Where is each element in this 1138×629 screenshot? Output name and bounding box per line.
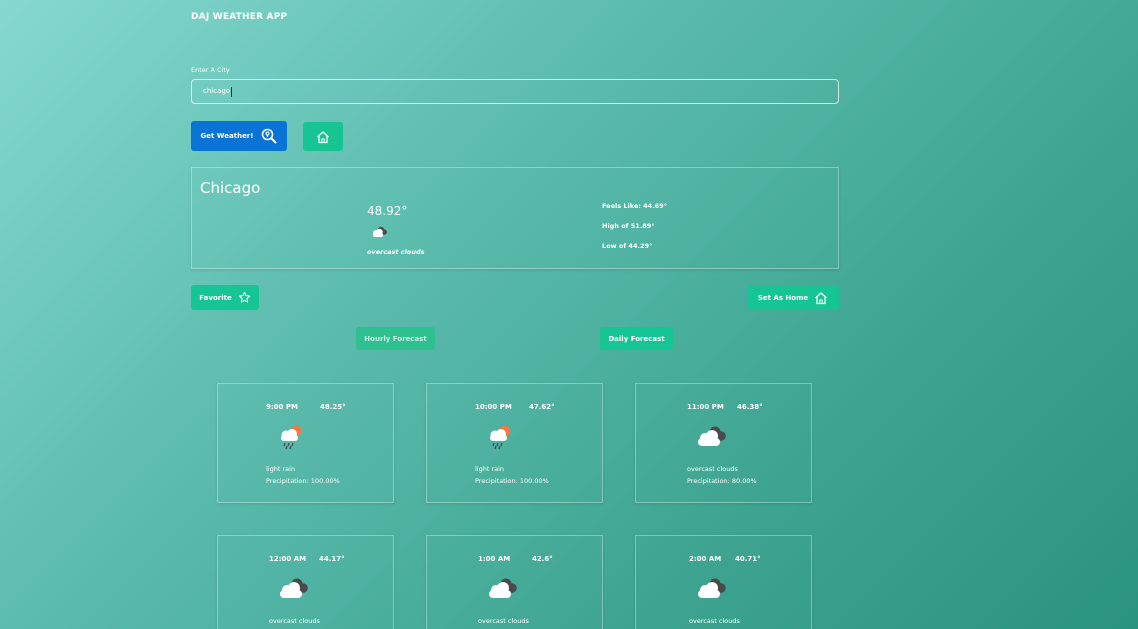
hour-description: overcast clouds xyxy=(689,617,740,625)
light-rain-icon xyxy=(490,425,511,450)
hourly-card: 11:00 PM 46.38° overcast clouds Precipit… xyxy=(635,383,812,503)
tab-hourly-forecast[interactable]: Hourly Forecast xyxy=(356,327,435,350)
overcast-clouds-icon xyxy=(698,426,726,446)
favorite-label: Favorite xyxy=(199,293,232,302)
star-icon xyxy=(238,291,250,303)
get-weather-label: Get Weather! xyxy=(200,132,254,140)
hour-temp: 48.25° xyxy=(320,403,346,411)
home-icon xyxy=(317,130,329,143)
current-city-name: Chicago xyxy=(200,179,261,197)
hour-temp: 42.6° xyxy=(532,555,553,563)
hour-temp: 47.62° xyxy=(529,403,555,411)
city-input-label: Enter A City xyxy=(191,66,230,74)
tab-daily-forecast[interactable]: Daily Forecast xyxy=(600,327,673,350)
hour-time: 1:00 AM xyxy=(478,555,511,563)
hour-time: 2:00 AM xyxy=(689,555,722,563)
hour-description: light rain xyxy=(266,465,296,473)
high-temp-text: High of 51.89° xyxy=(602,222,655,230)
low-temp-text: Low of 44.29° xyxy=(602,242,653,250)
hour-precipitation: Precipitation: 80.00% xyxy=(687,477,757,485)
home-button[interactable] xyxy=(303,122,343,151)
overcast-clouds-icon xyxy=(489,578,517,598)
current-temperature: 48.92° xyxy=(367,204,408,218)
hour-temp: 40.71° xyxy=(735,555,761,563)
get-weather-button[interactable]: Get Weather! xyxy=(191,121,287,151)
hour-description: overcast clouds xyxy=(478,617,529,625)
city-input[interactable]: chicago xyxy=(191,79,839,104)
search-location-icon xyxy=(262,128,277,144)
current-weather-card: Chicago 48.92° overcast clouds Feels Lik… xyxy=(191,167,839,269)
hour-description: light rain xyxy=(475,465,505,473)
hour-description: overcast clouds xyxy=(687,465,738,473)
favorite-button[interactable]: Favorite xyxy=(191,285,259,310)
hour-temp: 46.38° xyxy=(737,403,763,411)
feels-like-text: Feels Like: 44.69° xyxy=(602,202,667,210)
hour-description: overcast clouds xyxy=(269,617,320,625)
hour-time: 12:00 AM xyxy=(269,555,307,563)
hourly-card: 9:00 PM 48.25° light rain Precipitation:… xyxy=(217,383,394,503)
overcast-clouds-icon xyxy=(698,578,726,598)
home-icon xyxy=(815,291,828,304)
hour-temp: 44.17° xyxy=(319,555,345,563)
hour-time: 9:00 PM xyxy=(266,403,298,411)
text-caret xyxy=(231,86,233,97)
hourly-card: 12:00 AM 44.17° overcast clouds xyxy=(217,535,394,629)
hour-precipitation: Precipitation: 100.00% xyxy=(475,477,549,485)
city-input-value: chicago xyxy=(203,87,231,95)
app-title: DAJ WEATHER APP xyxy=(191,12,288,22)
tab-daily-label: Daily Forecast xyxy=(608,334,665,343)
hour-time: 10:00 PM xyxy=(475,403,512,411)
hourly-card: 1:00 AM 42.6° overcast clouds xyxy=(426,535,603,629)
set-as-home-button[interactable]: Set As Home xyxy=(747,285,839,310)
light-rain-icon xyxy=(281,425,302,450)
tab-hourly-label: Hourly Forecast xyxy=(364,334,427,343)
overcast-clouds-icon xyxy=(373,226,387,237)
hour-time: 11:00 PM xyxy=(687,403,724,411)
current-description: overcast clouds xyxy=(367,248,425,256)
hour-precipitation: Precipitation: 100.00% xyxy=(266,477,340,485)
hourly-card: 2:00 AM 40.71° overcast clouds xyxy=(635,535,812,629)
set-as-home-label: Set As Home xyxy=(757,293,809,302)
hourly-card: 10:00 PM 47.62° light rain Precipitation… xyxy=(426,383,603,503)
overcast-clouds-icon xyxy=(280,578,308,598)
